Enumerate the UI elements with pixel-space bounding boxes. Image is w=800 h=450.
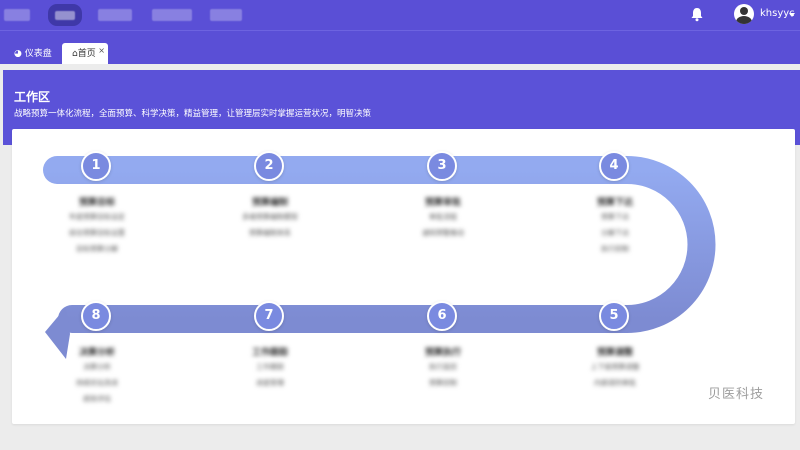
step-title: 预算目标	[78, 198, 115, 208]
bell-icon[interactable]	[690, 7, 704, 22]
step-detail: 预算控制	[429, 379, 457, 387]
nav-item-1[interactable]	[4, 9, 30, 21]
nav-item-active[interactable]	[48, 4, 82, 26]
step-title: 预算编制	[251, 198, 288, 208]
step-detail: 上下级预算调整	[590, 363, 640, 371]
tab-home[interactable]: ⌂首页 ×	[62, 43, 108, 65]
step-circle: 7	[254, 301, 284, 331]
top-navbar: khsyyc	[0, 0, 800, 30]
dashboard-icon: ◕	[14, 49, 22, 59]
step-circle: 8	[81, 301, 111, 331]
step-detail: 审批流程	[429, 213, 457, 221]
step-circle: 3	[427, 151, 457, 181]
step-title: 工作跟踪	[251, 348, 288, 358]
step-detail: 通知预警推动	[422, 229, 464, 237]
tab-dashboard[interactable]: ◕ 仪表盘	[6, 43, 60, 65]
step-circle: 2	[254, 151, 284, 181]
step-circle: 4	[599, 151, 629, 181]
watermark: 贝医科技	[708, 387, 765, 402]
nav-item-4[interactable]	[152, 9, 192, 21]
process-card: 1 预算目标年度预算目标设定 综合预算目标设置 目标预算分解 2 预算编制多维预算编制模型…	[12, 129, 795, 424]
step-circle: 6	[427, 301, 457, 331]
step-title: 预算审批	[424, 198, 461, 208]
nav-item-5[interactable]	[210, 9, 242, 21]
step-detail: 持续优化改进	[76, 379, 118, 387]
step-detail: 工作跟踪	[256, 363, 284, 371]
step-detail: 执行监控	[429, 363, 457, 371]
step-circle: 5	[599, 301, 629, 331]
step-detail: 内部调剂审批	[594, 379, 636, 387]
step-title: 预算下达	[596, 198, 633, 208]
step-detail: 决算分析	[83, 363, 111, 371]
step-title: 预算执行	[424, 348, 461, 358]
step-title: 决算分析	[78, 348, 115, 358]
page-subtitle: 战略预算一体化流程，全面预算、科学决策，精益管理，让管理层实时掌握运营状况，明智…	[14, 109, 372, 119]
tab-label: 首页	[77, 49, 96, 59]
step-detail: 预算下达	[601, 213, 629, 221]
step-detail: 多维预算编制模型	[242, 213, 298, 221]
step-detail: 预算编制体系	[249, 229, 291, 237]
avatar[interactable]	[734, 4, 754, 24]
tab-label: 仪表盘	[24, 49, 52, 59]
step-detail: 年度预算目标设定	[69, 213, 125, 221]
step-circle: 1	[81, 151, 111, 181]
step-detail: 分解下达	[601, 229, 629, 237]
tab-bar: ◕ 仪表盘 ⌂首页 ×	[0, 30, 800, 65]
nav-item-3[interactable]	[98, 9, 132, 21]
step-title: 预算调整	[596, 348, 633, 358]
step-detail: 进度管理	[256, 379, 284, 387]
chevron-down-icon[interactable]	[789, 13, 795, 17]
close-icon[interactable]: ×	[98, 40, 105, 62]
page-title: 工作区	[14, 90, 51, 104]
step-detail: 绩效评估	[83, 395, 111, 403]
step-detail: 执行控制	[601, 245, 629, 253]
step-detail: 目标预算分解	[76, 245, 118, 253]
step-detail: 综合预算目标设置	[69, 229, 125, 237]
